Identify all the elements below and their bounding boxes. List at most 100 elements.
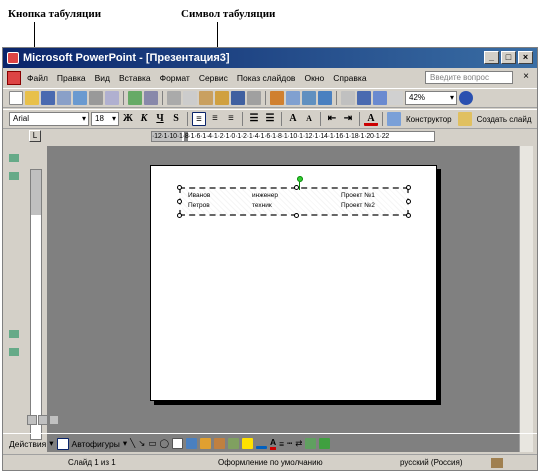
show-formatting-icon[interactable] bbox=[357, 91, 371, 105]
research-icon[interactable] bbox=[144, 91, 158, 105]
insert-chart-icon[interactable] bbox=[270, 91, 284, 105]
menu-help[interactable]: Справка bbox=[333, 73, 366, 83]
slides-icon[interactable] bbox=[9, 172, 19, 180]
align-right-icon[interactable]: ≡ bbox=[224, 112, 238, 126]
font-color-icon[interactable]: A bbox=[364, 112, 378, 126]
rectangle-icon[interactable]: ▭ bbox=[148, 438, 156, 449]
grid-icon[interactable] bbox=[373, 91, 387, 105]
menu-edit[interactable]: Правка bbox=[57, 73, 86, 83]
decrease-font-icon[interactable]: A bbox=[302, 112, 316, 126]
tables-borders-icon[interactable] bbox=[302, 91, 316, 105]
normal-view-icon[interactable] bbox=[27, 415, 37, 425]
align-left-icon[interactable]: ≡ bbox=[192, 112, 206, 126]
arrow-icon[interactable]: ↘ bbox=[138, 438, 145, 449]
resize-handle[interactable] bbox=[177, 213, 182, 218]
sorter-view-icon[interactable] bbox=[38, 415, 48, 425]
font-select[interactable]: Arial bbox=[9, 112, 89, 126]
numbering-icon[interactable]: ☰ bbox=[247, 112, 261, 126]
arrow-style-icon[interactable]: ⇄ bbox=[295, 438, 302, 449]
autoshapes-dropdown-icon[interactable]: ▾ bbox=[123, 438, 127, 449]
menu-slideshow[interactable]: Показ слайдов bbox=[237, 73, 296, 83]
resize-handle[interactable] bbox=[406, 213, 411, 218]
expand-icon[interactable] bbox=[341, 91, 355, 105]
save-icon[interactable] bbox=[41, 91, 55, 105]
menu-format[interactable]: Формат bbox=[160, 73, 190, 83]
expand-all-icon[interactable] bbox=[9, 348, 19, 356]
line-color-icon[interactable] bbox=[255, 446, 267, 449]
dash-style-icon[interactable]: ┅ bbox=[287, 438, 292, 449]
tab-selector-button[interactable]: L bbox=[29, 130, 41, 142]
select-objects-icon[interactable] bbox=[56, 437, 69, 450]
color-grayscale-icon[interactable] bbox=[389, 91, 403, 105]
print-icon[interactable] bbox=[89, 91, 103, 105]
undo-icon[interactable] bbox=[231, 91, 245, 105]
menu-file[interactable]: Файл bbox=[27, 73, 48, 83]
new-icon[interactable] bbox=[9, 91, 23, 105]
resize-handle[interactable] bbox=[177, 199, 182, 204]
menu-tools[interactable]: Сервис bbox=[199, 73, 228, 83]
line-style-icon[interactable]: ≡ bbox=[279, 439, 284, 449]
oval-icon[interactable]: ◯ bbox=[159, 438, 169, 449]
menu-view[interactable]: Вид bbox=[95, 73, 110, 83]
align-center-icon[interactable]: ≡ bbox=[208, 112, 222, 126]
designer-button[interactable]: Конструктор bbox=[406, 115, 452, 124]
zoom-select[interactable]: 42% bbox=[405, 91, 457, 105]
spelling-icon[interactable] bbox=[128, 91, 142, 105]
actions-dropdown-icon[interactable]: ▾ bbox=[49, 438, 53, 449]
decrease-indent-icon[interactable]: ⇤ bbox=[325, 112, 339, 126]
diagram-icon[interactable] bbox=[199, 438, 211, 449]
open-icon[interactable] bbox=[25, 91, 39, 105]
resize-handle[interactable] bbox=[177, 185, 182, 190]
wordart-icon[interactable] bbox=[185, 438, 197, 449]
textbox-icon[interactable] bbox=[171, 438, 183, 449]
resize-handle[interactable] bbox=[294, 185, 299, 190]
redo-icon[interactable] bbox=[247, 91, 261, 105]
underline-button[interactable]: Ч bbox=[153, 112, 167, 126]
autoshapes-menu[interactable]: Автофигуры bbox=[72, 439, 120, 449]
slide[interactable]: Иванов инженер Проект №1 Петров техник П… bbox=[150, 165, 437, 401]
shadow-button[interactable]: S bbox=[169, 112, 183, 126]
shadow-style-icon[interactable] bbox=[305, 438, 317, 449]
bold-button[interactable]: Ж bbox=[121, 112, 135, 126]
format-painter-icon[interactable] bbox=[215, 91, 229, 105]
picture-icon[interactable] bbox=[227, 438, 239, 449]
fill-color-icon[interactable] bbox=[241, 438, 253, 449]
minimize-button[interactable]: _ bbox=[484, 51, 499, 64]
maximize-button[interactable]: □ bbox=[501, 51, 516, 64]
font-color-draw-icon[interactable]: A bbox=[269, 437, 277, 450]
line-icon[interactable]: ╲ bbox=[130, 438, 135, 449]
vertical-scrollbar[interactable] bbox=[519, 146, 533, 452]
paste-icon[interactable] bbox=[199, 91, 213, 105]
resize-handle[interactable] bbox=[294, 213, 299, 218]
insert-table-icon[interactable] bbox=[286, 91, 300, 105]
email-icon[interactable] bbox=[73, 91, 87, 105]
resize-handle[interactable] bbox=[406, 185, 411, 190]
outline-icon[interactable] bbox=[9, 154, 19, 162]
slideshow-view-icon[interactable] bbox=[49, 415, 59, 425]
text-placeholder[interactable]: Иванов инженер Проект №1 Петров техник П… bbox=[177, 176, 411, 218]
increase-indent-icon[interactable]: ⇥ bbox=[341, 112, 355, 126]
font-size-select[interactable]: 18 bbox=[91, 112, 119, 126]
menu-window[interactable]: Окно bbox=[304, 73, 324, 83]
rotate-handle[interactable] bbox=[297, 176, 303, 182]
help-search-input[interactable]: Введите вопрос bbox=[425, 71, 513, 84]
copy-icon[interactable] bbox=[183, 91, 197, 105]
italic-button[interactable]: К bbox=[137, 112, 151, 126]
menu-insert[interactable]: Вставка bbox=[119, 73, 151, 83]
bullets-icon[interactable]: ☰ bbox=[263, 112, 277, 126]
actions-menu[interactable]: Действия bbox=[9, 439, 46, 449]
spelling-status-icon[interactable] bbox=[491, 458, 503, 468]
horizontal-ruler[interactable]: ·12·1·10·1·8·1·6·1·4·1·2·1·0·1·2·1·4·1·6… bbox=[151, 131, 435, 142]
cut-icon[interactable] bbox=[167, 91, 181, 105]
increase-font-icon[interactable]: A bbox=[286, 112, 300, 126]
clipart-icon[interactable] bbox=[213, 438, 225, 449]
close-button[interactable]: × bbox=[518, 51, 533, 64]
document-icon[interactable] bbox=[7, 71, 21, 85]
document-close-icon[interactable]: × bbox=[523, 71, 529, 82]
preview-icon[interactable] bbox=[105, 91, 119, 105]
resize-handle[interactable] bbox=[406, 199, 411, 204]
new-slide-button[interactable]: Создать слайд bbox=[477, 115, 532, 124]
permission-icon[interactable] bbox=[57, 91, 71, 105]
collapse-icon[interactable] bbox=[9, 330, 19, 338]
hyperlink-icon[interactable] bbox=[318, 91, 332, 105]
